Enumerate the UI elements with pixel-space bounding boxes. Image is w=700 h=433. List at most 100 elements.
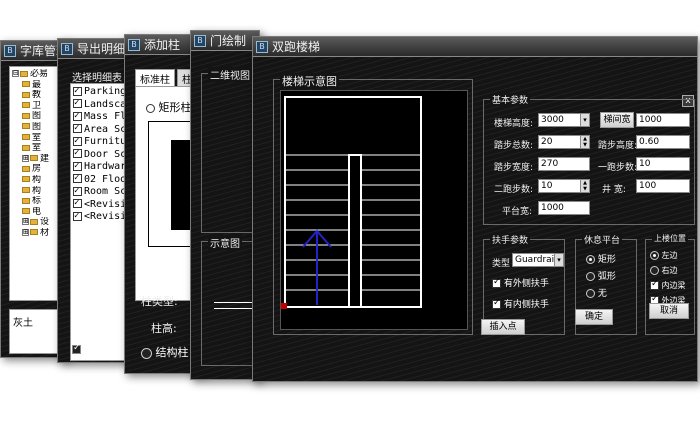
- app-icon: B: [4, 44, 16, 57]
- stairwell-width-button[interactable]: 梯间宽: [600, 112, 634, 128]
- export-schedule-titlebar[interactable]: B 导出明细表: [58, 39, 134, 59]
- tree-item-label: 构: [32, 185, 42, 196]
- handrail-type-dropdown-icon[interactable]: ▾: [554, 253, 564, 267]
- handrail-type-select[interactable]: Guardrail: [512, 253, 556, 267]
- riser-height-input[interactable]: 0.60: [636, 135, 690, 149]
- rect-column-radio[interactable]: [146, 103, 155, 113]
- folder-icon: [30, 218, 38, 225]
- basic-params-group: 基本参数 楼梯高度: 3000 ▾ 踏步总数: 20 ▲ ▼ 踏步宽度: 270 …: [483, 93, 695, 225]
- schedule-item-label: Door Sc: [84, 148, 127, 160]
- folder-icon: [22, 123, 30, 130]
- schedule-item-checkbox[interactable]: [73, 211, 82, 222]
- ok-button[interactable]: 确定: [575, 309, 613, 325]
- tree-item-label: 构: [32, 174, 42, 185]
- well-width-label: 井 宽:: [602, 185, 626, 195]
- schedule-item-checkbox[interactable]: [73, 199, 82, 210]
- insert-point-button[interactable]: 插入点: [481, 319, 525, 335]
- select-all-checkbox[interactable]: 全选: [72, 340, 104, 355]
- window-title: 双跑楼梯: [272, 40, 321, 54]
- riser-height-label: 踏步高度:: [598, 141, 638, 151]
- folder-icon: [22, 197, 30, 204]
- folder-icon: [30, 155, 38, 162]
- position-right-option[interactable]: 右边: [650, 265, 678, 276]
- folder-icon: [22, 187, 30, 194]
- schedule-item-label: <Revisi: [84, 198, 127, 210]
- expand-icon[interactable]: ⊞: [22, 218, 29, 226]
- schedule-item-checkbox[interactable]: [73, 149, 82, 160]
- second-flight-spinner[interactable]: ▲ ▼: [580, 179, 590, 193]
- tree-item-label: 标: [32, 196, 42, 207]
- tread-width-input[interactable]: 270: [538, 157, 590, 171]
- window-title: 门绘制: [210, 34, 247, 48]
- schedule-item-checkbox[interactable]: [73, 99, 82, 110]
- landing-width-input[interactable]: 1000: [538, 201, 590, 215]
- folder-icon: [22, 134, 30, 141]
- expand-icon[interactable]: ⊞: [22, 154, 29, 162]
- schedule-item-checkbox[interactable]: [73, 161, 82, 172]
- collapse-icon[interactable]: ⊟: [12, 70, 19, 77]
- schedule-list-label: 选择明细表: [72, 73, 122, 84]
- select-all-check-icon[interactable]: [72, 343, 81, 354]
- schedule-item-checkbox[interactable]: [73, 86, 82, 97]
- structure-column-option[interactable]: 结构柱: [141, 344, 189, 360]
- landing-arc-radio[interactable]: [586, 272, 595, 281]
- outer-handrail-option[interactable]: 有外侧扶手: [492, 276, 549, 289]
- inner-beam-option[interactable]: 内边梁: [650, 279, 686, 291]
- first-flight-input[interactable]: 10: [636, 157, 690, 171]
- inner-handrail-checkbox[interactable]: [492, 298, 501, 309]
- schedule-item-checkbox[interactable]: [73, 136, 82, 147]
- door-draw-titlebar[interactable]: B 门绘制: [191, 31, 259, 51]
- tree-item-label: 建: [40, 153, 50, 164]
- schedule-item-label: Mass Fl: [84, 111, 127, 122]
- well-width-input[interactable]: 100: [636, 179, 690, 193]
- position-left-option[interactable]: 左边: [650, 250, 678, 261]
- cancel-button[interactable]: 取消: [649, 303, 689, 319]
- stairwell-width-input[interactable]: 1000: [636, 113, 690, 127]
- select-all-label: 全选: [84, 344, 105, 355]
- schedule-item-label: Area Sc: [84, 123, 127, 135]
- tread-width-label: 踏步宽度:: [494, 163, 534, 173]
- expand-icon[interactable]: ⊞: [22, 228, 29, 236]
- column-height-label: 柱高:: [151, 322, 177, 335]
- outer-handrail-checkbox[interactable]: [492, 277, 501, 288]
- folder-icon: [22, 144, 30, 151]
- inner-handrail-option[interactable]: 有内侧扶手: [492, 297, 549, 310]
- app-icon: B: [61, 42, 73, 55]
- inner-beam-checkbox[interactable]: [650, 279, 659, 290]
- landing-none-radio[interactable]: [586, 289, 595, 298]
- position-left-radio[interactable]: [650, 251, 659, 260]
- stair-preview-canvas: [280, 90, 468, 330]
- schedule-item-checkbox[interactable]: [73, 186, 82, 197]
- schedule-item-checkbox[interactable]: [73, 111, 82, 122]
- schedule-item-checkbox[interactable]: [73, 174, 82, 185]
- first-flight-label: 一跑步数:: [598, 163, 638, 173]
- schedule-item-checkbox[interactable]: [73, 124, 82, 135]
- landing-option-rect[interactable]: 矩形: [586, 252, 616, 265]
- stair-height-label: 楼梯高度:: [494, 119, 534, 129]
- rect-column-option[interactable]: 矩形柱: [146, 99, 192, 115]
- double-stair-window: B 双跑楼梯 x 楼梯示意图 基本参数 楼梯高度: 3000 ▾ 踏步总数: 2…: [252, 36, 698, 382]
- steps-total-spinner[interactable]: ▲ ▼: [580, 135, 590, 149]
- stair-diagram: [281, 96, 422, 309]
- folder-icon: [22, 102, 30, 109]
- stair-height-dropdown[interactable]: ▾: [580, 113, 590, 127]
- folder-icon: [22, 91, 30, 98]
- stair-position-group: 上楼位置 左边 右边 内边梁 外边梁: [645, 233, 695, 335]
- landing-option-none[interactable]: 无: [586, 286, 607, 299]
- structure-column-radio[interactable]: [141, 347, 152, 359]
- folder-icon: [22, 165, 30, 172]
- position-right-radio[interactable]: [650, 266, 659, 275]
- door-draw-window: B 门绘制 二维视图 示意图: [190, 30, 262, 380]
- double-stair-titlebar[interactable]: B 双跑楼梯: [253, 37, 697, 57]
- tree-item-label: 室: [32, 132, 42, 143]
- schedule-item-label: Hardwar: [84, 161, 127, 172]
- tree-item-label: 电: [32, 206, 42, 217]
- tree-item-label: 最: [32, 79, 42, 90]
- second-flight-label: 二跑步数:: [494, 185, 534, 195]
- tree-item-label: 室: [32, 143, 42, 154]
- landing-rect-radio[interactable]: [586, 255, 595, 264]
- landing-option-arc[interactable]: 弧形: [586, 269, 616, 282]
- schedule-item-label: Parking: [84, 86, 127, 97]
- material-name: 灰土: [13, 318, 33, 329]
- folder-icon: [22, 176, 30, 183]
